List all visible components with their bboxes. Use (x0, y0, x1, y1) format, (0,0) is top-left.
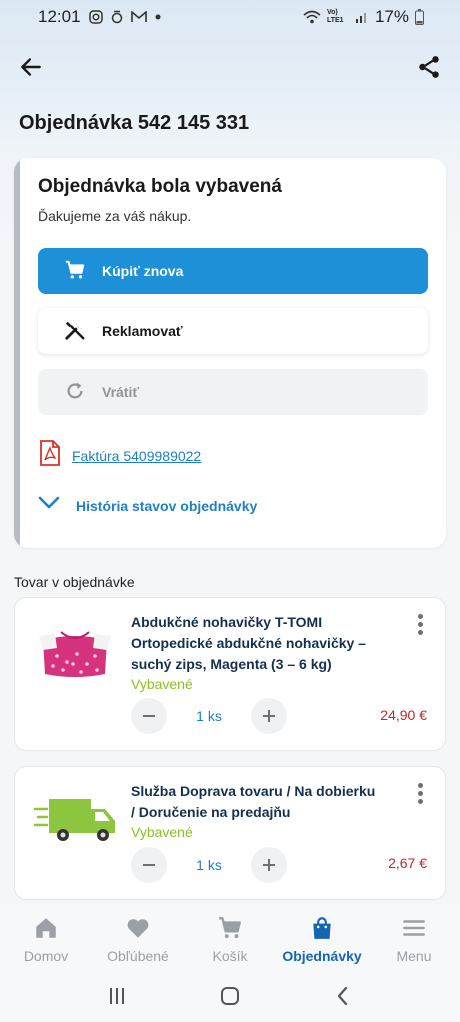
quantity-value: 1 ks (196, 708, 222, 724)
product-status: Vybavené (131, 676, 193, 692)
instagram-icon (88, 10, 103, 24)
more-vertical-icon[interactable] (411, 783, 429, 804)
card-accent-bar (14, 158, 20, 548)
cart-icon (217, 915, 243, 944)
complaint-label: Reklamovať (102, 323, 183, 339)
status-time: 12:01 (38, 7, 81, 26)
invoice-link[interactable]: Faktúra 5409989022 (72, 448, 201, 464)
return-label: Vrátiť (102, 384, 140, 400)
nav-item-favorites[interactable]: Obľúbené (92, 905, 184, 975)
shopping-bag-icon (309, 915, 335, 944)
complaint-button[interactable]: Reklamovať (38, 308, 428, 354)
minus-button[interactable] (131, 698, 167, 734)
order-status-title: Objednávka bola vybavená (38, 176, 282, 197)
product-status: Vybavené (131, 824, 193, 840)
order-status-card: Objednávka bola vybavená Ďakujeme za váš… (14, 158, 446, 548)
nav-label-cart: Košík (212, 948, 248, 964)
gmail-icon (130, 11, 147, 23)
battery-percent: 17% (374, 7, 409, 26)
back-icon[interactable] (332, 985, 354, 1012)
cart-icon (64, 259, 86, 284)
wifi-icon (303, 10, 321, 24)
dot-icon (155, 14, 161, 20)
home-button-icon[interactable] (219, 985, 241, 1012)
order-status-subtitle: Ďakujeme za váš nákup. (38, 208, 192, 224)
nav-label-menu: Menu (396, 948, 432, 964)
signal-icon (355, 10, 369, 24)
app-notification-icon (111, 10, 123, 24)
nav-label-favorites: Obľúbené (107, 948, 169, 964)
refresh-icon (64, 380, 86, 405)
nav-label-home: Domov (23, 948, 69, 964)
quantity-stepper: 1 ks (131, 698, 287, 734)
delivery-truck-icon (33, 785, 117, 855)
product-image-diaper-pants (33, 618, 117, 688)
back-arrow-icon[interactable] (18, 54, 44, 85)
items-section-label: Tovar v objednávke (14, 574, 135, 590)
nav-item-orders[interactable]: Objednávky (276, 905, 368, 975)
network-label: Vo) LTE1 (326, 9, 344, 24)
share-icon[interactable] (416, 54, 442, 85)
minus-button[interactable] (131, 847, 167, 883)
nav-item-menu[interactable]: Menu (368, 905, 460, 975)
status-bar: 12:01 Vo) LTE1 17% (0, 0, 460, 34)
more-vertical-icon[interactable] (411, 614, 429, 635)
product-card[interactable]: Abdukčné nohavičky T-TOMI Ortopedické ab… (14, 597, 446, 751)
invoice-row[interactable]: Faktúra 5409989022 (38, 440, 201, 471)
app-bar (0, 46, 460, 92)
pdf-icon (38, 440, 62, 471)
plus-button[interactable] (251, 698, 287, 734)
nav-label-orders: Objednávky (282, 948, 362, 964)
product-price: 24,90 € (380, 707, 427, 723)
plus-button[interactable] (251, 847, 287, 883)
order-history-toggle[interactable]: História stavov objednávky (38, 496, 257, 515)
battery-icon (415, 9, 424, 25)
product-name[interactable]: Abdukčné nohavičky T-TOMI Ortopedické ab… (131, 612, 381, 675)
quantity-value: 1 ks (196, 857, 222, 873)
heart-icon (125, 915, 151, 944)
recent-apps-icon[interactable] (106, 985, 128, 1012)
buy-again-button[interactable]: Kúpiť znova (38, 248, 428, 294)
quantity-stepper: 1 ks (131, 847, 287, 883)
home-icon (33, 915, 59, 944)
product-card[interactable]: Služba Doprava tovaru / Na dobierku / Do… (14, 766, 446, 900)
buy-again-label: Kúpiť znova (102, 263, 184, 279)
page-title: Objednávka 542 145 331 (19, 112, 250, 134)
return-button[interactable]: Vrátiť (38, 369, 428, 415)
chevron-down-icon (38, 496, 60, 515)
hamburger-icon (401, 915, 427, 944)
product-price: 2,67 € (388, 855, 427, 871)
tools-icon (64, 319, 86, 344)
product-name[interactable]: Služba Doprava tovaru / Na dobierku / Do… (131, 781, 381, 823)
system-navigation-bar (0, 975, 460, 1022)
nav-item-home[interactable]: Domov (0, 905, 92, 975)
nav-item-cart[interactable]: Košík (184, 905, 276, 975)
order-history-label: História stavov objednávky (76, 497, 258, 514)
bottom-navigation: Domov Obľúbené Košík Objednávky Menu (0, 905, 460, 975)
